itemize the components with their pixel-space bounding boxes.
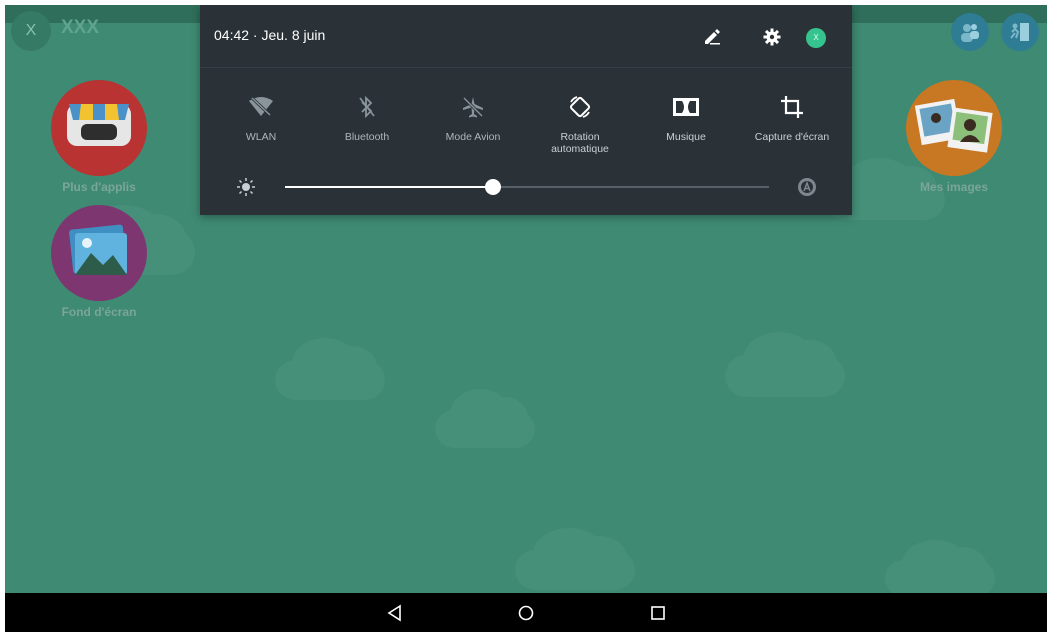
brightness-control [200,173,852,199]
tile-airplane-mode[interactable]: Mode Avion [420,93,526,143]
home-icon [518,605,534,621]
exit-door-icon [1010,23,1029,41]
home-button[interactable] [516,603,536,623]
edit-icon [705,29,720,45]
wallpaper-icon [51,205,147,301]
user-name: XXX [61,17,100,38]
cloud-decoration [725,331,845,397]
gear-icon [763,28,781,46]
brightness-slider-thumb[interactable] [485,179,502,195]
tile-label: Bluetooth [344,131,390,143]
store-icon [51,80,147,176]
tile-screenshot[interactable]: Capture d'écran [739,93,845,143]
back-icon [387,604,401,622]
tile-label: Musique [666,131,706,143]
settings-button[interactable] [762,27,782,47]
cloud-decoration [275,338,385,400]
tile-auto-rotate[interactable]: Rotation automatique [527,93,633,155]
tablet-screen: X XXX Plus d'applis Fond d'écran Mes ima… [5,5,1047,632]
tile-label: Capture d'écran [754,131,830,143]
avatar-initial: X [813,33,819,42]
app-more-apps[interactable]: Plus d'applis [44,80,154,194]
recents-icon [651,606,665,620]
tile-bluetooth[interactable]: Bluetooth [314,93,420,143]
exit-button[interactable] [1001,13,1039,51]
app-label: Fond d'écran [61,305,137,319]
recents-button[interactable] [648,603,668,623]
cloud-decoration [435,389,535,448]
auto-rotate-icon [569,96,591,118]
airplane-icon [462,96,484,118]
navigation-bar [5,593,1047,632]
user-avatar[interactable]: X [11,11,51,51]
cloud-decoration [515,528,635,590]
user-switch-button[interactable]: X [806,28,826,48]
cloud-decoration [885,540,995,596]
parent-mode-button[interactable] [951,13,989,51]
brightness-slider-fill [285,186,494,188]
app-my-images[interactable]: Mes images [899,80,1009,194]
wifi-off-icon [249,96,273,117]
crop-icon [781,96,803,118]
bluetooth-off-icon [359,95,375,119]
user-initial: X [25,22,37,39]
app-label: Plus d'applis [62,180,136,194]
auto-brightness-icon[interactable] [796,176,818,198]
back-button[interactable] [385,603,405,623]
quick-settings-header: 04:42 · Jeu. 8 juin X [200,5,852,68]
app-label: Mes images [919,180,989,194]
brightness-low-icon [237,178,255,196]
brightness-slider[interactable] [285,179,769,195]
tile-label: Mode Avion [445,131,501,143]
people-icon [961,24,979,42]
app-wallpaper[interactable]: Fond d'écran [44,205,154,319]
dolby-icon [673,98,699,116]
tile-label: Rotation automatique [551,131,609,155]
photos-icon [906,80,1002,176]
clock-date: 04:42 · Jeu. 8 juin [214,27,326,43]
edit-tiles-button[interactable] [702,27,722,47]
quick-settings-panel: 04:42 · Jeu. 8 juin X WLAN Bluetooth Mod… [200,5,852,215]
tile-wlan[interactable]: WLAN [208,93,314,143]
tile-music[interactable]: Musique [633,93,739,143]
tile-label: WLAN [245,131,277,143]
